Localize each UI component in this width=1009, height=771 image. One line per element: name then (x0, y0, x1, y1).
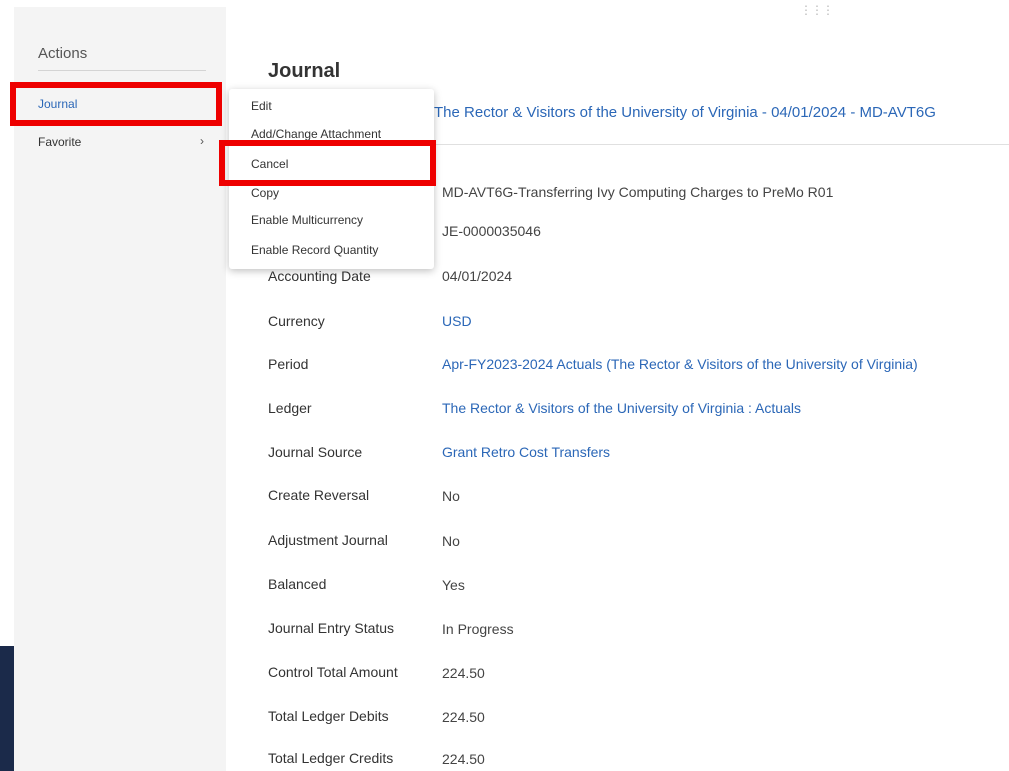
field-value-ledger-link[interactable]: The Rector & Visitors of the University … (442, 400, 801, 416)
header-divider (434, 144, 1009, 145)
field-label: Period (268, 356, 309, 372)
field-label: Control Total Amount (268, 664, 398, 680)
field-label: Total Ledger Credits (268, 750, 394, 766)
field-value-balanced: Yes (442, 577, 465, 593)
field-label: Ledger (268, 400, 312, 416)
field-value-journal-entry-status: In Progress (442, 621, 514, 637)
page-title: Journal (268, 60, 341, 82)
field-value-period-link[interactable]: Apr-FY2023-2024 Actuals (The Rector & Vi… (442, 356, 918, 372)
field-value-journal-source-link[interactable]: Grant Retro Cost Transfers (442, 444, 610, 460)
actions-divider (38, 70, 206, 71)
menu-item-enable-record-quantity[interactable]: Enable Record Quantity (251, 243, 378, 257)
chevron-right-icon[interactable]: › (200, 134, 204, 148)
menu-item-add-change-attachment[interactable]: Add/Change Attachment (251, 127, 381, 141)
journal-number: JE-0000035046 (442, 223, 541, 239)
field-label: Journal Entry Status (268, 620, 395, 636)
field-label: Accounting Date (268, 268, 371, 284)
journal-title-link[interactable]: The Rector & Visitors of the University … (434, 104, 1009, 121)
sidebar-item-favorite[interactable]: Favorite (38, 135, 81, 149)
highlight-box-cancel (219, 140, 436, 186)
field-label: Create Reversal (268, 487, 370, 503)
menu-item-edit[interactable]: Edit (251, 99, 272, 113)
field-value-currency-link[interactable]: USD (442, 313, 472, 329)
actions-title: Actions (38, 45, 88, 62)
field-value-adjustment-journal: No (442, 533, 460, 549)
menu-item-enable-multicurrency[interactable]: Enable Multicurrency (251, 213, 363, 227)
field-label: Journal Source (268, 444, 363, 460)
field-label: Currency (268, 313, 325, 329)
menu-item-copy[interactable]: Copy (251, 186, 279, 200)
field-value-accounting-date: 04/01/2024 (442, 268, 513, 284)
field-value-create-reversal: No (442, 488, 460, 504)
field-value-control-total-amount: 224.50 (442, 665, 485, 681)
journal-description: MD-AVT6G-Transferring Ivy Computing Char… (442, 184, 834, 200)
background-window-edge (0, 646, 14, 771)
field-label: Total Ledger Debits (268, 708, 389, 724)
field-label: Balanced (268, 576, 327, 592)
drag-handle-icon[interactable]: ⋮⋮⋮ (800, 3, 834, 17)
field-value-total-ledger-debits: 224.50 (442, 709, 485, 725)
field-value-total-ledger-credits: 224.50 (442, 751, 485, 767)
field-label: Adjustment Journal (268, 532, 388, 548)
highlight-box-journal (10, 82, 222, 126)
